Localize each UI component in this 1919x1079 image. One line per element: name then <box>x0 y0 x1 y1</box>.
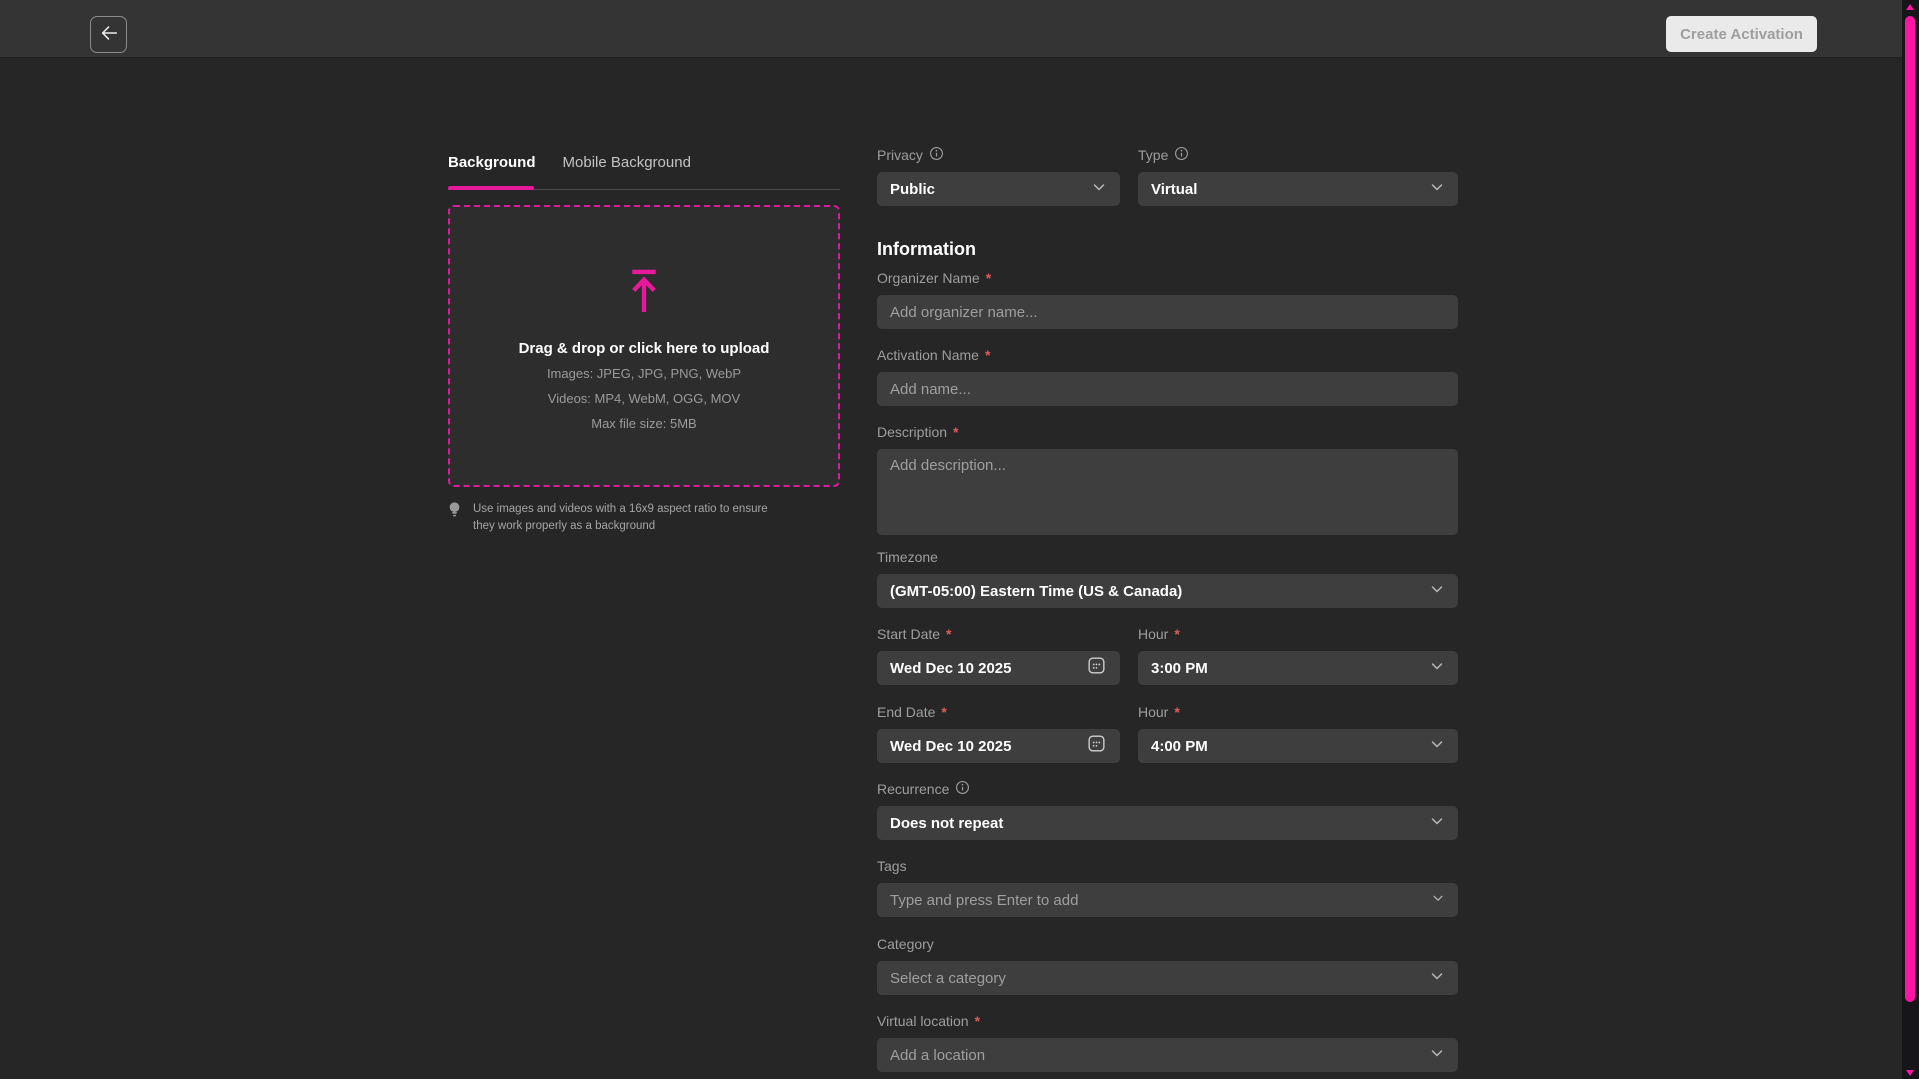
virtual-location-placeholder: Add a location <box>890 1047 985 1064</box>
tags-placeholder: Type and press Enter to add <box>890 892 1078 909</box>
chevron-down-icon <box>1431 891 1445 910</box>
lightbulb-icon <box>448 501 461 524</box>
tags-label: Tags <box>877 858 907 874</box>
start-date-value: Wed Dec 10 2025 <box>890 660 1011 677</box>
chevron-down-icon <box>1429 813 1445 834</box>
calendar-icon[interactable] <box>1086 733 1107 759</box>
end-hour-select[interactable]: 4:00 PM <box>1138 729 1458 763</box>
privacy-select[interactable]: Public <box>877 172 1120 206</box>
required-asterisk: * <box>953 424 958 440</box>
timezone-label: Timezone <box>877 549 938 565</box>
required-asterisk: * <box>975 1013 980 1029</box>
scroll-up-button[interactable] <box>1906 4 1914 10</box>
tags-field-group: Tags Type and press Enter to add <box>877 857 1458 917</box>
required-asterisk: * <box>986 270 991 286</box>
topbar: Create Activation <box>0 0 1902 58</box>
info-icon[interactable] <box>929 146 944 164</box>
chevron-down-icon <box>1091 179 1107 200</box>
privacy-field-group: Privacy Public <box>877 146 1120 206</box>
type-value: Virtual <box>1151 181 1197 198</box>
end-hour-label: Hour <box>1138 704 1168 720</box>
active-tab-underline <box>448 186 534 190</box>
description-label: Description <box>877 424 947 440</box>
required-asterisk: * <box>941 704 946 720</box>
chevron-down-icon <box>1429 581 1445 602</box>
type-label: Type <box>1138 147 1168 163</box>
chevron-down-icon <box>1429 1045 1445 1066</box>
start-date-field-group: Start Date * Wed Dec 10 2025 <box>877 625 1120 685</box>
virtual-location-select[interactable]: Add a location <box>877 1038 1458 1072</box>
end-date-label: End Date <box>877 704 935 720</box>
start-date-input[interactable]: Wed Dec 10 2025 <box>877 651 1120 685</box>
arrow-left-icon <box>98 22 120 47</box>
recurrence-select[interactable]: Does not repeat <box>877 806 1458 840</box>
description-field-group: Description * <box>877 423 1458 535</box>
privacy-label: Privacy <box>877 147 923 163</box>
organizer-name-input[interactable] <box>877 295 1458 329</box>
chevron-down-icon <box>1429 179 1445 200</box>
start-date-label: Start Date <box>877 626 940 642</box>
create-activation-button[interactable]: Create Activation <box>1666 16 1817 52</box>
tags-input[interactable]: Type and press Enter to add <box>877 883 1458 917</box>
end-hour-value: 4:00 PM <box>1151 738 1208 755</box>
start-hour-field-group: Hour * 3:00 PM <box>1138 625 1458 685</box>
chevron-down-icon <box>1429 658 1445 679</box>
start-hour-label: Hour <box>1138 626 1168 642</box>
activation-name-input[interactable] <box>877 372 1458 406</box>
end-date-value: Wed Dec 10 2025 <box>890 738 1011 755</box>
create-activation-page: Create Activation Background Mobile Back… <box>0 0 1919 1079</box>
category-select[interactable]: Select a category <box>877 961 1458 995</box>
organizer-name-label: Organizer Name <box>877 270 980 286</box>
organizer-name-field-group: Organizer Name * <box>877 269 1458 329</box>
upload-dropzone[interactable]: Drag & drop or click here to upload Imag… <box>448 205 840 487</box>
calendar-icon[interactable] <box>1086 655 1107 681</box>
info-icon[interactable] <box>1174 146 1189 164</box>
aspect-ratio-note: Use images and videos with a 16x9 aspect… <box>448 501 788 534</box>
scrollbar[interactable] <box>1902 0 1919 1079</box>
timezone-value: (GMT-05:00) Eastern Time (US & Canada) <box>890 583 1182 600</box>
scrollbar-thumb[interactable] <box>1905 16 1915 1002</box>
category-field-group: Category Select a category <box>877 935 1458 995</box>
tab-background[interactable]: Background <box>448 154 536 171</box>
virtual-location-field-group: Virtual location * Add a location <box>877 1012 1458 1072</box>
end-date-field-group: End Date * Wed Dec 10 2025 <box>877 703 1120 763</box>
info-icon[interactable] <box>955 780 970 798</box>
required-asterisk: * <box>1174 704 1179 720</box>
end-hour-field-group: Hour * 4:00 PM <box>1138 703 1458 763</box>
end-date-input[interactable]: Wed Dec 10 2025 <box>877 729 1120 763</box>
background-tabs: Background Mobile Background <box>448 154 691 171</box>
chevron-down-icon <box>1429 736 1445 757</box>
virtual-location-label: Virtual location <box>877 1013 969 1029</box>
chevron-down-icon <box>1429 968 1445 989</box>
category-label: Category <box>877 936 934 952</box>
type-select[interactable]: Virtual <box>1138 172 1458 206</box>
recurrence-label: Recurrence <box>877 781 949 797</box>
tab-mobile-background[interactable]: Mobile Background <box>563 154 691 171</box>
upload-title: Drag & drop or click here to upload <box>519 340 770 357</box>
privacy-value: Public <box>890 181 935 198</box>
start-hour-select[interactable]: 3:00 PM <box>1138 651 1458 685</box>
required-asterisk: * <box>1174 626 1179 642</box>
required-asterisk: * <box>946 626 951 642</box>
required-asterisk: * <box>985 347 990 363</box>
recurrence-value: Does not repeat <box>890 815 1003 832</box>
type-field-group: Type Virtual <box>1138 146 1458 206</box>
category-placeholder: Select a category <box>890 970 1006 987</box>
timezone-select[interactable]: (GMT-05:00) Eastern Time (US & Canada) <box>877 574 1458 608</box>
activation-name-field-group: Activation Name * <box>877 346 1458 406</box>
back-button[interactable] <box>90 16 127 53</box>
information-heading: Information <box>877 239 976 260</box>
upload-arrow-icon <box>624 268 664 320</box>
start-hour-value: 3:00 PM <box>1151 660 1208 677</box>
note-text: Use images and videos with a 16x9 aspect… <box>473 501 773 534</box>
upload-videos-formats: Videos: MP4, WebM, OGG, MOV <box>548 391 740 407</box>
activation-name-label: Activation Name <box>877 347 979 363</box>
upload-max-size: Max file size: 5MB <box>591 416 696 432</box>
upload-images-formats: Images: JPEG, JPG, PNG, WebP <box>547 366 741 382</box>
timezone-field-group: Timezone (GMT-05:00) Eastern Time (US & … <box>877 548 1458 608</box>
recurrence-field-group: Recurrence Does not repeat <box>877 780 1458 840</box>
description-textarea[interactable] <box>877 449 1458 535</box>
scroll-down-button[interactable] <box>1906 1070 1914 1076</box>
